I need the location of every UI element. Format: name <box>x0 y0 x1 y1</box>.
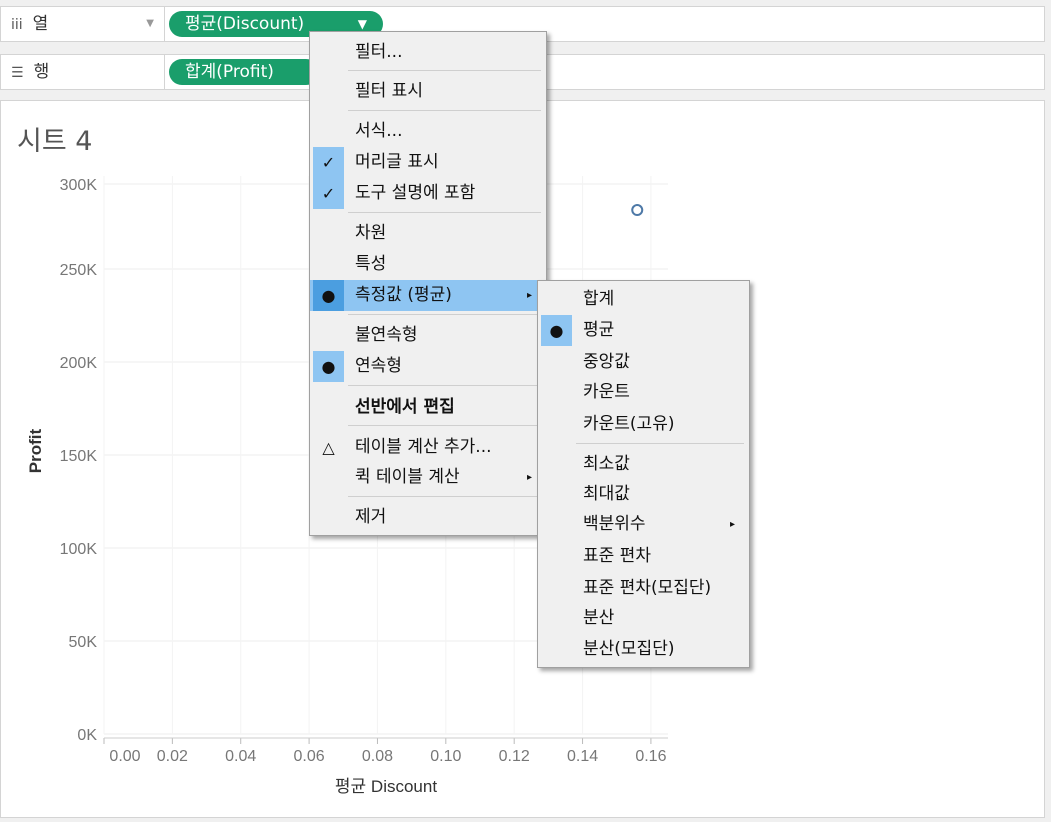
x-tick-label: 0.06 <box>294 748 325 765</box>
submenu-item-label: 백분위수 <box>583 514 646 534</box>
submenu-item-label: 최소값 <box>583 454 630 474</box>
submenu-item-label: 평균 <box>583 320 615 340</box>
y-tick-label: 200K <box>60 355 98 372</box>
context-menu-item[interactable]: 선반에서 편집 <box>310 392 546 423</box>
context-menu-item[interactable]: ✓ 도구 설명에 포함 <box>310 178 546 209</box>
submenu-item-label: 표준 편차 <box>583 546 651 566</box>
x-tick-label: 0.10 <box>430 748 461 765</box>
y-tick-label: 50K <box>69 634 98 651</box>
x-axis-title: 평균 Discount <box>335 777 437 796</box>
submenu-item[interactable]: 최소값 <box>538 449 749 480</box>
context-menu-item-label: 퀵 테이블 계산 <box>355 467 460 487</box>
pill-context-menu: 필터... 필터 표시서식... ✓ 머리글 표시 ✓ 도구 설명에 포함차원특성 ● 측정값… <box>309 31 547 536</box>
y-tick-label: 0K <box>77 727 97 744</box>
submenu-item-label: 합계 <box>583 289 615 309</box>
context-menu-item[interactable]: ● 연속형 <box>310 351 546 382</box>
menu-separator <box>348 70 541 71</box>
context-menu-item-label: 연속형 <box>355 356 402 376</box>
context-menu-item-label: 서식... <box>355 121 403 141</box>
context-menu-item-label: 필터... <box>355 42 403 62</box>
menu-separator <box>348 110 541 111</box>
radio-bullet-icon: ● <box>313 351 344 382</box>
context-menu-item-label: 머리글 표시 <box>355 152 439 172</box>
x-tick-label: 0.08 <box>362 748 393 765</box>
context-menu-item[interactable]: 필터... <box>310 37 546 68</box>
submenu-item-label: 중앙값 <box>583 352 630 372</box>
menu-separator <box>348 212 541 213</box>
submenu-item-label: 카운트(고유) <box>583 414 675 434</box>
y-axis-title: Profit <box>26 428 45 473</box>
x-tick-label: 0.12 <box>499 748 530 765</box>
y-tick-label: 100K <box>60 541 98 558</box>
y-tick-label: 250K <box>60 262 98 279</box>
submenu-item-label: 분산(모집단) <box>583 639 675 659</box>
context-menu-item[interactable]: ✓ 머리글 표시 <box>310 147 546 178</box>
menu-separator <box>576 443 744 444</box>
checkmark-icon: ✓ <box>313 178 344 209</box>
context-menu-item-label: 측정값 (평균) <box>355 285 452 305</box>
x-tick-label: 0.02 <box>157 748 188 765</box>
context-menu-item[interactable]: 특성 <box>310 249 546 280</box>
submenu-item[interactable]: 카운트(고유) <box>538 409 749 440</box>
x-tick-label: 0.00 <box>109 748 140 765</box>
submenu-item[interactable]: 표준 편차(모집단) <box>538 573 749 604</box>
context-menu-item-label: 테이블 계산 추가... <box>355 437 492 457</box>
chevron-right-icon: ▸ <box>526 290 532 301</box>
menu-separator <box>348 496 541 497</box>
radio-bullet-icon: ● <box>313 280 344 311</box>
context-menu-item[interactable]: 퀵 테이블 계산 ▸ <box>310 462 546 493</box>
submenu-item[interactable]: 중앙값 <box>538 347 749 378</box>
radio-bullet-icon: ● <box>541 315 572 346</box>
chevron-right-icon: ▸ <box>526 472 532 483</box>
context-menu-item[interactable]: 불연속형 <box>310 320 546 351</box>
chevron-right-icon: ▸ <box>729 519 735 530</box>
submenu-item[interactable]: 백분위수 ▸ <box>538 509 749 540</box>
context-menu-item-label: 선반에서 편집 <box>355 397 455 417</box>
submenu-item[interactable]: 최대값 <box>538 479 749 510</box>
submenu-item[interactable]: 카운트 <box>538 377 749 408</box>
data-point <box>631 204 644 217</box>
y-tick-label: 150K <box>60 448 98 465</box>
x-tick-label: 0.16 <box>635 748 666 765</box>
context-menu-item-label: 제거 <box>355 507 387 527</box>
context-menu-item-label: 불연속형 <box>355 325 418 345</box>
menu-separator <box>348 425 541 426</box>
x-tick-label: 0.14 <box>567 748 598 765</box>
context-menu-item-label: 필터 표시 <box>355 81 423 101</box>
submenu-item-label: 최대값 <box>583 484 630 504</box>
submenu-item-label: 카운트 <box>583 382 630 402</box>
context-menu-item[interactable]: ● 측정값 (평균) ▸ <box>310 280 546 311</box>
context-menu-item[interactable]: 차원 <box>310 218 546 249</box>
submenu-item[interactable]: 합계 <box>538 284 749 315</box>
submenu-item-label: 표준 편차(모집단) <box>583 578 712 598</box>
checkmark-icon: ✓ <box>313 147 344 178</box>
delta-icon: △ <box>322 438 335 457</box>
context-menu-item-label: 특성 <box>355 254 387 274</box>
context-menu-item[interactable]: 제거 <box>310 502 546 533</box>
submenu-item[interactable]: 표준 편차 <box>538 541 749 572</box>
context-menu-item-label: 차원 <box>355 223 387 243</box>
x-tick-label: 0.04 <box>225 748 256 765</box>
submenu-item[interactable]: 분산 <box>538 603 749 634</box>
menu-separator <box>348 314 541 315</box>
menu-separator <box>348 385 541 386</box>
measure-submenu: 합계 ● 평균중앙값카운트카운트(고유) 최소값최대값백분위수 ▸ 표준 편차표준 편차(… <box>537 280 750 668</box>
context-menu-item[interactable]: 서식... <box>310 116 546 147</box>
context-menu-item[interactable]: △ 테이블 계산 추가... <box>310 432 546 463</box>
context-menu-item[interactable]: 필터 표시 <box>310 76 546 107</box>
context-menu-item-label: 도구 설명에 포함 <box>355 183 476 203</box>
submenu-item-label: 분산 <box>583 608 615 628</box>
submenu-item[interactable]: 분산(모집단) <box>538 634 749 665</box>
submenu-item[interactable]: ● 평균 <box>538 315 749 346</box>
y-tick-label: 300K <box>60 177 98 194</box>
